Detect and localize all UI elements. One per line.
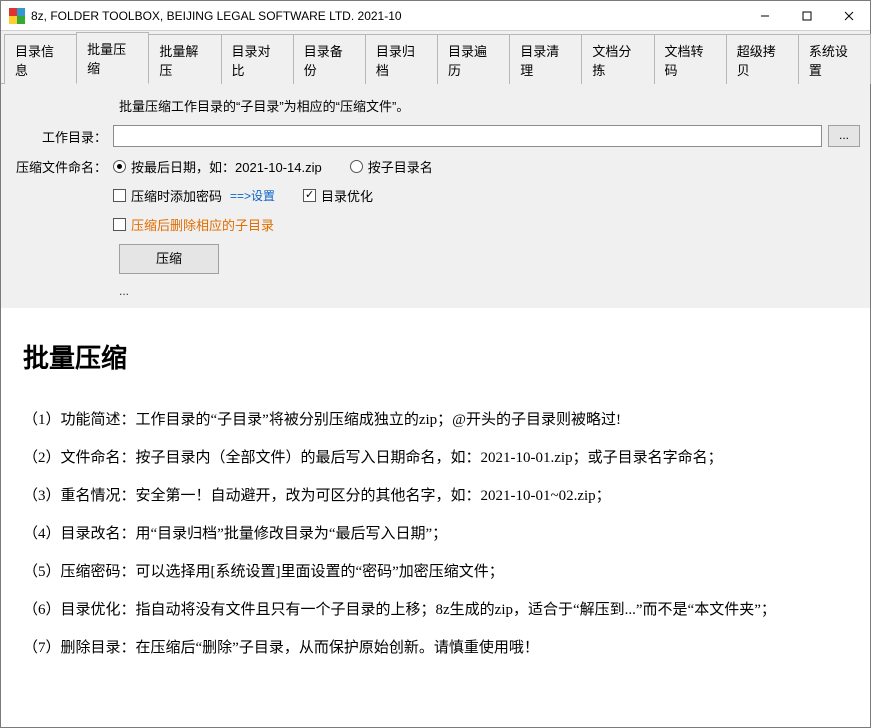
radio-dot-icon — [113, 160, 126, 173]
doc-item-7: （7）删除目录：在压缩后“删除”子目录，从而保护原始创新。请慎重使用哦！ — [23, 636, 848, 660]
check-password-label: 压缩时添加密码 — [131, 186, 222, 205]
tab-8[interactable]: 文档分拣 — [581, 34, 654, 84]
tab-11[interactable]: 系统设置 — [798, 34, 871, 84]
status-text: ... — [11, 284, 860, 298]
doc-item-2: （2）文件命名：按子目录内（全部文件）的最后写入日期命名，如：2021-10-0… — [23, 446, 848, 470]
tab-4[interactable]: 目录备份 — [293, 34, 366, 84]
naming-label: 压缩文件命名： — [11, 157, 113, 176]
check-password[interactable]: 压缩时添加密码 — [113, 186, 222, 205]
check-optimize-label: 目录优化 — [321, 186, 373, 205]
check-optimize[interactable]: 目录优化 — [303, 186, 373, 205]
form-area: 批量压缩工作目录的“子目录”为相应的“压缩文件”。 工作目录： ... 压缩文件… — [1, 84, 870, 308]
checkbox-icon — [303, 189, 316, 202]
tab-7[interactable]: 目录清理 — [509, 34, 582, 84]
form-description: 批量压缩工作目录的“子目录”为相应的“压缩文件”。 — [11, 96, 860, 115]
window-controls — [744, 1, 870, 31]
doc-title: 批量压缩 — [23, 338, 848, 380]
check-delete-label: 压缩后删除相应的子目录 — [131, 215, 274, 234]
radio-by-dirname-label: 按子目录名 — [368, 157, 433, 176]
tab-2[interactable]: 批量解压 — [148, 34, 221, 84]
window-title: 8z, FOLDER TOOLBOX, BEIJING LEGAL SOFTWA… — [31, 9, 744, 23]
tab-6[interactable]: 目录遍历 — [437, 34, 510, 84]
tab-5[interactable]: 目录归档 — [365, 34, 438, 84]
password-settings-link[interactable]: ==>设置 — [230, 187, 275, 204]
minimize-button[interactable] — [744, 1, 786, 31]
tab-0[interactable]: 目录信息 — [4, 34, 77, 84]
checkbox-icon — [113, 218, 126, 231]
tab-3[interactable]: 目录对比 — [221, 34, 294, 84]
doc-item-1: （1）功能简述：工作目录的“子目录”将被分别压缩成独立的zip；@开头的子目录则… — [23, 408, 848, 432]
radio-dot-icon — [350, 160, 363, 173]
browse-button[interactable]: ... — [828, 125, 860, 147]
radio-by-dirname[interactable]: 按子目录名 — [350, 157, 433, 176]
close-button[interactable] — [828, 1, 870, 31]
tab-10[interactable]: 超级拷贝 — [726, 34, 799, 84]
workdir-input[interactable] — [113, 125, 822, 147]
tab-1[interactable]: 批量压缩 — [76, 32, 149, 84]
doc-item-6: （6）目录优化：指自动将没有文件且只有一个子目录的上移；8z生成的zip，适合于… — [23, 598, 848, 622]
app-icon — [9, 8, 25, 24]
tab-9[interactable]: 文档转码 — [654, 34, 727, 84]
doc-item-5: （5）压缩密码：可以选择用[系统设置]里面设置的“密码”加密压缩文件； — [23, 560, 848, 584]
doc-item-3: （3）重名情况：安全第一！自动避开，改为可区分的其他名字，如：2021-10-0… — [23, 484, 848, 508]
titlebar: 8z, FOLDER TOOLBOX, BEIJING LEGAL SOFTWA… — [1, 1, 870, 31]
checkbox-icon — [113, 189, 126, 202]
radio-by-date-label: 按最后日期，如：2021-10-14.zip — [131, 157, 322, 176]
compress-button[interactable]: 压缩 — [119, 244, 219, 274]
workdir-label: 工作目录： — [11, 127, 113, 146]
check-delete-subdir[interactable]: 压缩后删除相应的子目录 — [113, 215, 274, 234]
radio-by-date[interactable]: 按最后日期，如：2021-10-14.zip — [113, 157, 322, 176]
maximize-button[interactable] — [786, 1, 828, 31]
doc-area: 批量压缩 （1）功能简述：工作目录的“子目录”将被分别压缩成独立的zip；@开头… — [1, 308, 870, 684]
doc-item-4: （4）目录改名：用“目录归档”批量修改目录为“最后写入日期”； — [23, 522, 848, 546]
tabbar: 目录信息批量压缩批量解压目录对比目录备份目录归档目录遍历目录清理文档分拣文档转码… — [1, 31, 870, 84]
